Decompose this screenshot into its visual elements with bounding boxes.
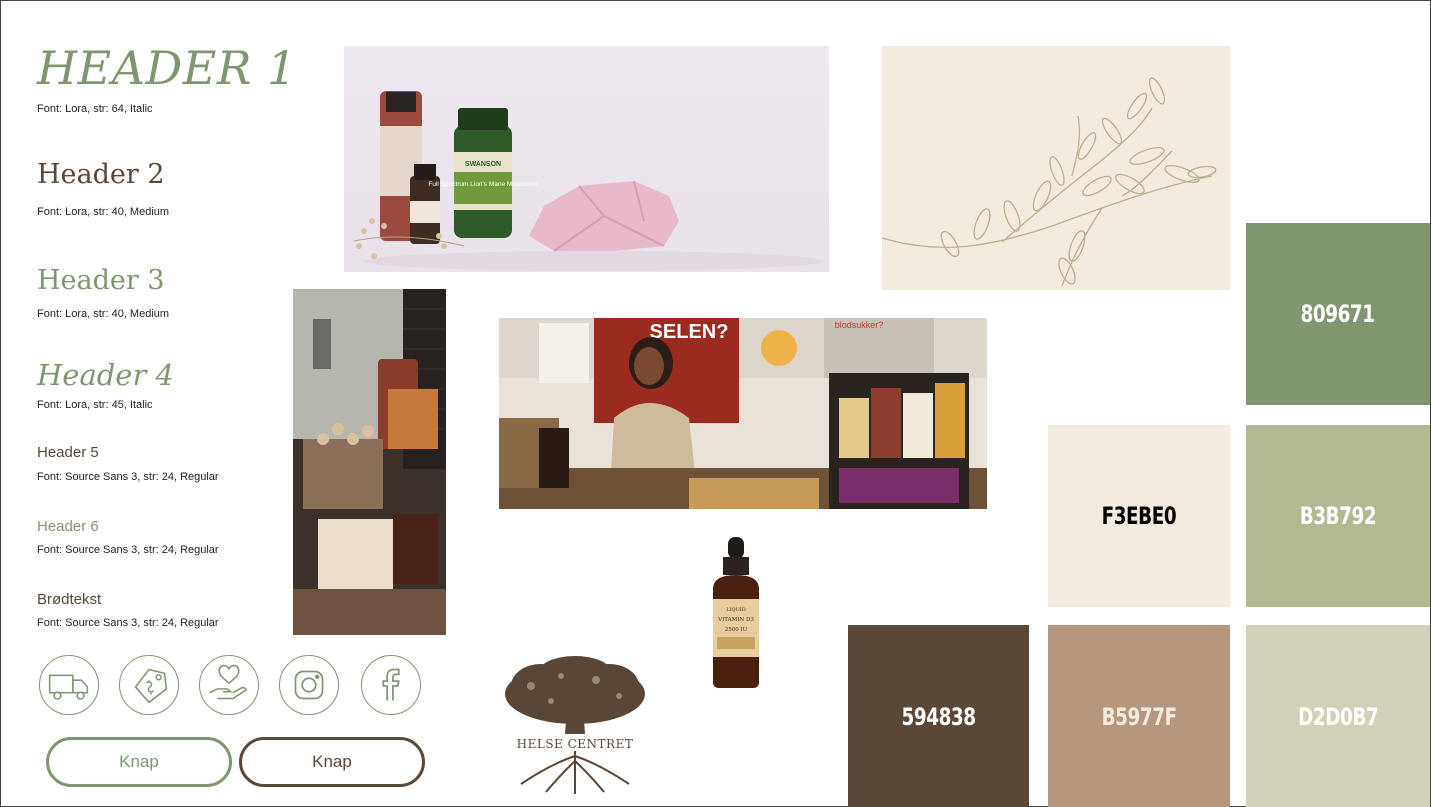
shop-interior-photo: [293, 289, 446, 635]
swatch-5: D2D0B7: [1246, 625, 1430, 807]
swatch-2-hex: B3B792: [1299, 502, 1377, 530]
body-text-sample: Brødtekst: [37, 591, 102, 608]
bottle-brand-text: SWANSON: [465, 161, 501, 168]
swatch-1: F3EBE0: [1048, 425, 1230, 607]
vitamin-label-line-1: LIQUID: [726, 607, 746, 613]
price-tag-icon[interactable]: [119, 655, 179, 715]
instagram-icon[interactable]: [279, 655, 339, 715]
truck-icon[interactable]: [39, 655, 99, 715]
header-3-spec: Font: Lora, str: 40, Medium: [37, 308, 170, 320]
header-6-spec: Font: Source Sans 3, str: 24, Regular: [37, 544, 219, 556]
secondary-button[interactable]: Knap: [239, 737, 425, 787]
swatch-2: B3B792: [1246, 425, 1430, 607]
header-2-sample: Header 2: [37, 159, 165, 190]
body-text-spec: Font: Source Sans 3, str: 24, Regular: [37, 617, 219, 629]
products-photo: SWANSON Full Spectrum Lion's Mane Mushro…: [344, 46, 829, 272]
heart-hand-icon[interactable]: [199, 655, 259, 715]
swatch-3-hex: 594838: [901, 702, 976, 731]
swatch-0-hex: 809671: [1300, 300, 1376, 328]
facebook-icon[interactable]: [361, 655, 421, 715]
header-4-spec: Font: Lora, str: 45, Italic: [37, 399, 153, 411]
header-4-sample: Header 4: [37, 358, 174, 392]
swatch-0: 809671: [1246, 223, 1430, 405]
swatch-4-hex: B5977F: [1101, 702, 1177, 731]
bottle-label-text: Full Spectrum Lion's Mane Mushroom: [428, 181, 537, 188]
swatch-4: B5977F: [1048, 625, 1230, 807]
logo-text: HELSE CENTRET: [517, 737, 634, 751]
poster-text-2: blodsukker?: [835, 320, 884, 330]
header-6-sample: Header 6: [37, 518, 99, 535]
swatch-5-hex: D2D0B7: [1297, 702, 1379, 731]
header-1-spec: Font: Lora, str: 64, Italic: [37, 103, 153, 115]
poster-text: SELEN?: [650, 321, 729, 343]
header-1-sample: HEADER 1: [37, 41, 297, 95]
primary-button[interactable]: Knap: [46, 737, 232, 787]
vitamin-label-line-3: 2500 IU: [725, 627, 748, 633]
swatch-3: 594838: [848, 625, 1029, 807]
helse-centret-logo: HELSE CENTRET: [501, 656, 649, 796]
header-2-spec: Font: Lora, str: 40, Medium: [37, 206, 170, 218]
header-5-sample: Header 5: [37, 444, 99, 461]
botanical-illustration: [882, 46, 1230, 290]
shop-owner-photo: SELEN? blodsukker?: [499, 318, 987, 509]
vitamin-d3-bottle: LIQUID VITAMIN D3 2500 IU: [709, 537, 763, 689]
header-5-spec: Font: Source Sans 3, str: 24, Regular: [37, 471, 219, 483]
vitamin-label-line-2: VITAMIN D3: [717, 617, 754, 623]
swatch-1-hex: F3EBE0: [1101, 502, 1177, 530]
header-3-sample: Header 3: [37, 265, 165, 296]
